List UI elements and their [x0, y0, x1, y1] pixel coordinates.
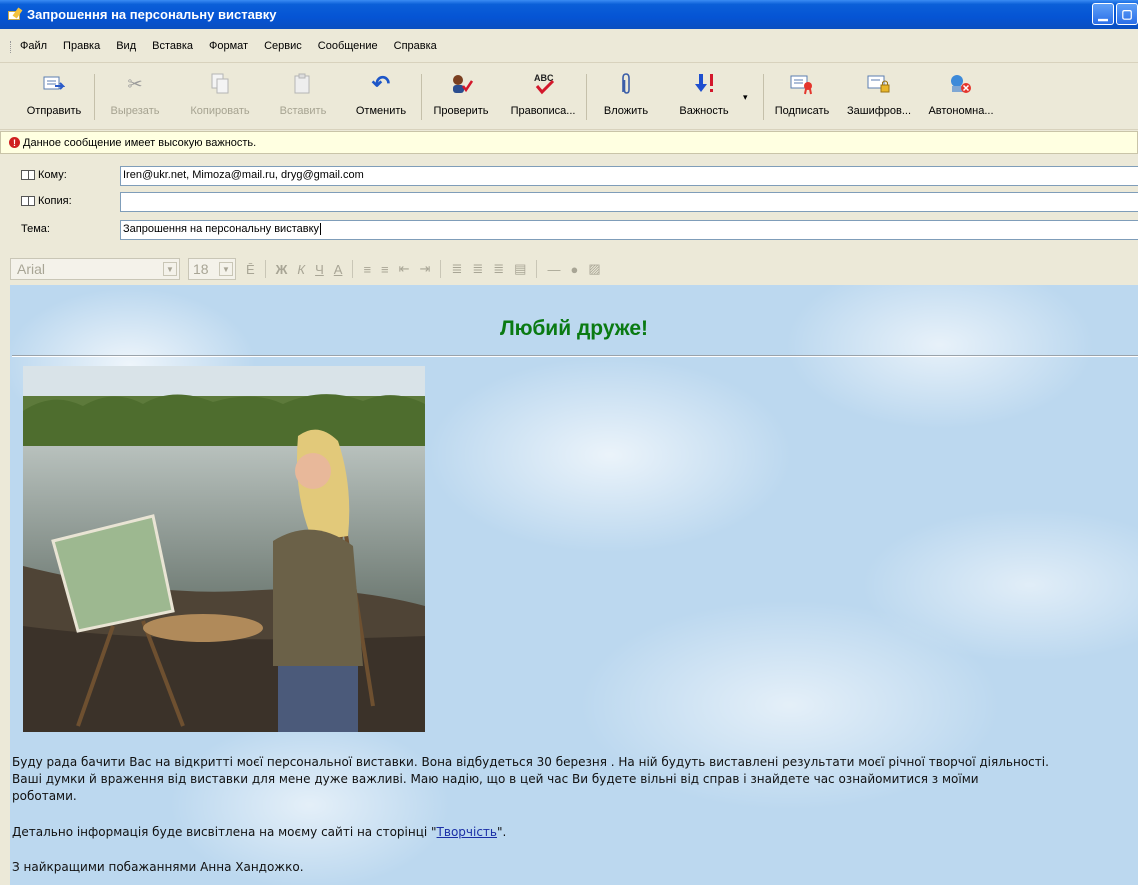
undo-button[interactable]: ↶ Отменить	[341, 64, 421, 124]
decrease-indent-icon[interactable]: ⇤	[399, 261, 410, 277]
message-body[interactable]: Любий друже! Буду рада бачити Вас на від…	[10, 285, 1138, 885]
cc-field-row: Копия:	[0, 191, 1138, 213]
info-paragraph: Детально інформація буде висвітлена на м…	[12, 825, 507, 839]
toolbar: Отправить ✂ Вырезать Копировать Вставить…	[0, 64, 1138, 130]
scissors-icon: ✂	[127, 73, 143, 94]
format-toolbar: Arial ▼ 18 ▼ Ē Ж К Ч A ≡ ≡ ⇤ ⇥ ≣ ≣ ≣ ▤ — ●…	[10, 254, 1138, 284]
paperclip-icon	[614, 72, 638, 96]
increase-indent-icon[interactable]: ⇥	[420, 261, 431, 277]
window-title: Запрошення на персональну виставку	[27, 7, 277, 22]
underline-icon[interactable]: Ч	[315, 262, 324, 277]
horizontal-line-icon[interactable]: —	[547, 262, 560, 277]
spelling-icon: ABC	[531, 72, 555, 96]
align-left-icon[interactable]: ≣	[451, 261, 462, 277]
horizontal-rule	[12, 355, 1138, 357]
cut-button[interactable]: ✂ Вырезать	[95, 64, 175, 124]
font-color-icon[interactable]: A	[334, 262, 343, 277]
subject-field-row: Тема: Запрошення на персональну виставку	[0, 219, 1138, 241]
body-paragraph-line-3: роботами.	[12, 789, 77, 803]
copy-button[interactable]: Копировать	[175, 64, 265, 124]
priority-notice-text: Данное сообщение имеет высокую важность.	[23, 136, 257, 149]
priority-icon	[692, 72, 716, 96]
cc-input[interactable]	[120, 192, 1138, 212]
insert-picture-icon[interactable]: ▨	[588, 261, 600, 277]
send-button[interactable]: Отправить	[14, 64, 94, 124]
encrypt-button[interactable]: Зашифров...	[840, 64, 918, 124]
menu-help[interactable]: Справка	[394, 40, 437, 52]
italic-icon[interactable]: К	[297, 262, 305, 277]
chevron-down-icon: ▼	[163, 262, 177, 276]
tvorchist-link[interactable]: Творчість	[437, 825, 497, 839]
priority-banner: ! Данное сообщение имеет высокую важност…	[0, 131, 1138, 154]
sign-button[interactable]: Подписать	[764, 64, 840, 124]
justify-icon[interactable]: ▤	[514, 261, 526, 277]
to-field-row: Кому: Iren@ukr.net, Mimoza@mail.ru, dryg…	[0, 165, 1138, 187]
paste-button[interactable]: Вставить	[265, 64, 341, 124]
title-bar: Запрошення на персональну виставку ▁ ▢	[0, 0, 1138, 29]
menu-view[interactable]: Вид	[116, 40, 136, 52]
align-right-icon[interactable]: ≣	[493, 261, 504, 277]
artist-painting-photo	[23, 366, 425, 732]
menu-insert[interactable]: Вставка	[152, 40, 193, 52]
subject-label: Тема:	[21, 223, 50, 235]
send-icon	[42, 72, 66, 96]
numbered-list-icon[interactable]: ≡	[363, 262, 371, 277]
menu-bar: Файл Правка Вид Вставка Формат Сервис Со…	[0, 29, 1138, 63]
priority-dropdown-icon[interactable]: ▾	[743, 64, 763, 103]
align-center-icon[interactable]: ≣	[472, 261, 483, 277]
message-envelope-icon	[8, 6, 23, 22]
priority-button[interactable]: Важность	[665, 64, 743, 124]
offline-button[interactable]: Автономна...	[918, 64, 1004, 124]
menu-grip-icon	[10, 41, 12, 53]
font-size-select[interactable]: 18 ▼	[188, 258, 236, 280]
encrypt-icon	[867, 72, 891, 96]
greeting-heading: Любий друже!	[499, 317, 649, 340]
font-select[interactable]: Arial ▼	[10, 258, 180, 280]
attach-button[interactable]: Вложить	[587, 64, 665, 124]
cc-label-button[interactable]: Копия:	[21, 195, 72, 207]
address-book-icon	[21, 196, 35, 206]
hyperlink-icon[interactable]: ●	[570, 262, 578, 277]
body-paragraph-line-1: Буду рада бачити Вас на відкритті моєї п…	[12, 755, 1049, 769]
check-names-icon	[449, 72, 473, 96]
body-paragraph-line-2: Ваші думки й враження від виставки для м…	[12, 772, 979, 786]
to-label-button[interactable]: Кому:	[21, 169, 67, 181]
high-priority-icon: !	[9, 137, 20, 148]
menu-message[interactable]: Сообщение	[318, 40, 378, 52]
check-names-button[interactable]: Проверить	[422, 64, 500, 124]
offline-icon	[949, 72, 973, 96]
paste-icon	[291, 72, 315, 96]
bold-icon[interactable]: Ж	[276, 262, 288, 277]
sign-icon	[790, 72, 814, 96]
menu-tools[interactable]: Сервис	[264, 40, 302, 52]
subject-input[interactable]: Запрошення на персональну виставку	[120, 220, 1138, 240]
menu-format[interactable]: Формат	[209, 40, 248, 52]
undo-icon: ↶	[371, 71, 391, 96]
spelling-button[interactable]: ABC Правописа...	[500, 64, 586, 124]
signature-line: З найкращими побажаннями Анна Хандожко.	[12, 860, 304, 874]
minimize-button[interactable]: ▁	[1092, 3, 1114, 25]
copy-icon	[208, 72, 232, 96]
address-book-icon	[21, 170, 35, 180]
chevron-down-icon: ▼	[219, 262, 233, 276]
to-input[interactable]: Iren@ukr.net, Mimoza@mail.ru, dryg@gmail…	[120, 166, 1138, 186]
menu-edit[interactable]: Правка	[63, 40, 100, 52]
maximize-button[interactable]: ▢	[1116, 3, 1138, 25]
menu-file[interactable]: Файл	[20, 40, 47, 52]
paragraph-style-icon[interactable]: Ē	[246, 262, 255, 277]
bullet-list-icon[interactable]: ≡	[381, 262, 389, 277]
